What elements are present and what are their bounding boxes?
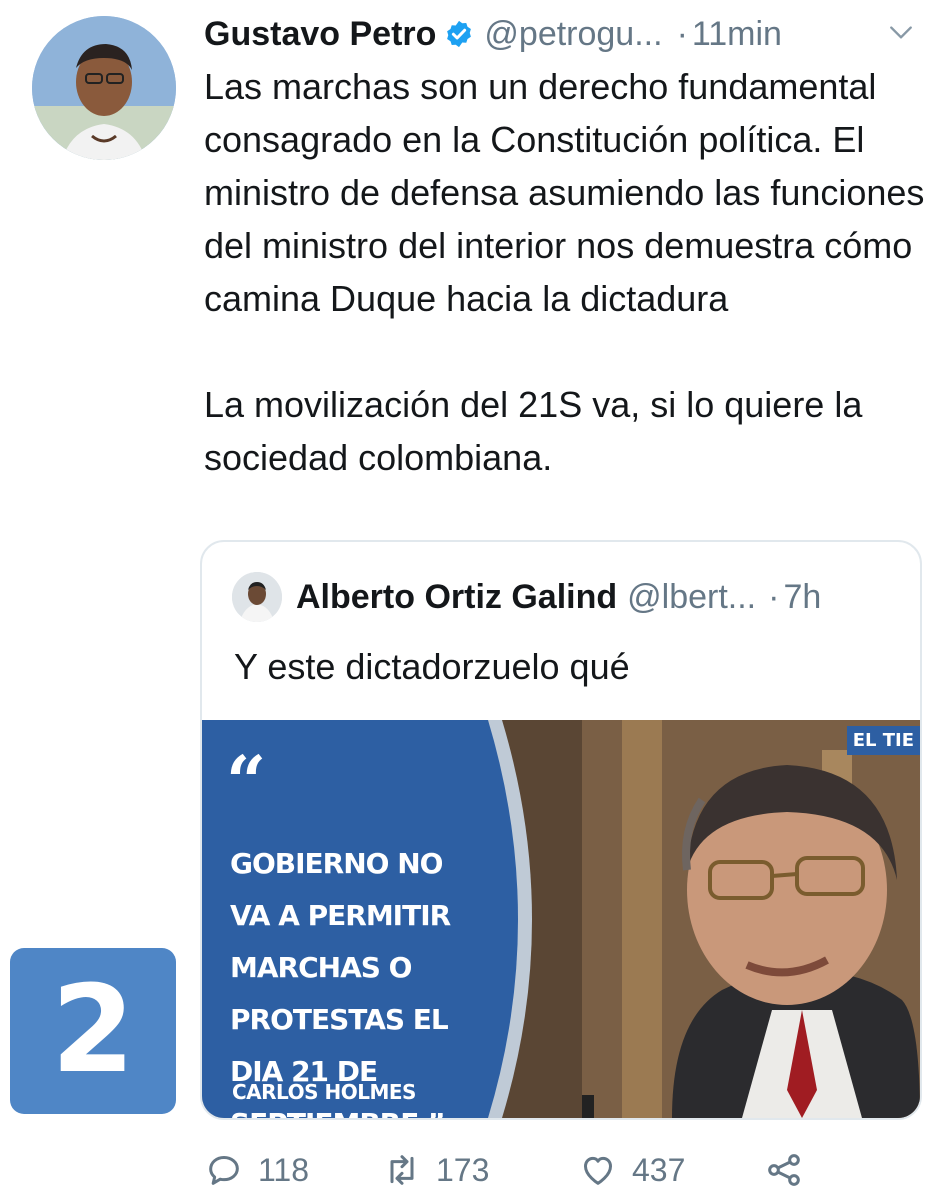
reply-button[interactable]: 118 bbox=[204, 1146, 309, 1194]
tweet-header: Gustavo Petro @petrogu... · 11min bbox=[204, 12, 782, 56]
image-credit: CARLOS HOLMES bbox=[232, 1080, 416, 1104]
quoted-author-handle: @lbert... bbox=[627, 577, 757, 616]
quoted-tweet-image[interactable]: “ GOBIERNO NO VA A PERMITIR MARCHAS O PR… bbox=[202, 720, 920, 1118]
quoted-tweet-card[interactable]: Alberto Ortiz Galind @lbert... · 7h Y es… bbox=[200, 540, 922, 1120]
retweet-icon bbox=[390, 1155, 414, 1185]
author-avatar[interactable] bbox=[32, 16, 176, 160]
retweet-button[interactable]: 173 bbox=[382, 1146, 489, 1194]
number-badge-value: 2 bbox=[51, 961, 135, 1100]
reply-icon bbox=[209, 1156, 239, 1185]
tweet-body: Las marchas son un derecho fundamental c… bbox=[204, 60, 934, 484]
tweet-action-bar: 118 173 437 bbox=[204, 1146, 924, 1194]
author-avatar-image bbox=[32, 16, 176, 160]
quoted-avatar-image bbox=[232, 572, 282, 622]
number-badge: 2 bbox=[10, 948, 176, 1114]
quoted-separator-dot: · bbox=[768, 577, 780, 616]
author-name[interactable]: Gustavo Petro bbox=[204, 15, 436, 54]
reply-count: 118 bbox=[258, 1151, 310, 1188]
verified-icon bbox=[447, 20, 472, 48]
image-quote-text: GOBIERNO NO VA A PERMITIR MARCHAS O PROT… bbox=[230, 847, 455, 1118]
share-icon bbox=[768, 1154, 800, 1186]
like-button[interactable]: 437 bbox=[578, 1146, 685, 1194]
source-tag: EL TIE bbox=[846, 726, 920, 755]
tweet-timestamp[interactable]: 11min bbox=[692, 15, 782, 54]
retweet-count: 173 bbox=[436, 1151, 490, 1188]
quoted-tweet-header: Alberto Ortiz Galind @lbert... · 7h bbox=[232, 572, 821, 622]
quoted-tweet-timestamp: 7h bbox=[783, 577, 822, 616]
share-button[interactable] bbox=[764, 1146, 804, 1194]
author-handle[interactable]: @petrogu... bbox=[484, 15, 662, 54]
quoted-author-avatar bbox=[232, 572, 282, 622]
quoted-tweet-text: Y este dictadorzuelo qué bbox=[234, 646, 630, 687]
like-count: 437 bbox=[632, 1151, 686, 1188]
like-icon bbox=[584, 1156, 612, 1185]
quote-mark-glyph: “ bbox=[226, 740, 267, 823]
chevron-down-icon[interactable] bbox=[888, 20, 914, 46]
quoted-author-name: Alberto Ortiz Galind bbox=[296, 577, 618, 616]
tweet-paragraph-2: La movilización del 21S va, si lo quiere… bbox=[204, 384, 863, 478]
separator-dot: · bbox=[676, 14, 688, 53]
tweet-paragraph-1: Las marchas son un derecho fundamental c… bbox=[204, 66, 925, 319]
